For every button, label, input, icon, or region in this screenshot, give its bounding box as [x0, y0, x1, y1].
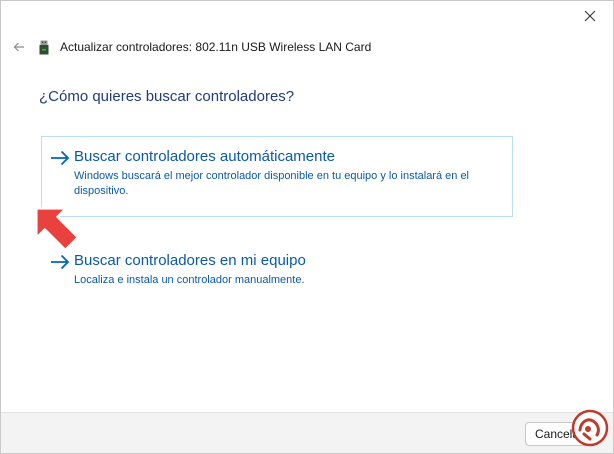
search-automatically-option[interactable]: Buscar controladores automáticamente Win…: [41, 136, 513, 217]
dialog-header: Actualizar controladores: 802.11n USB Wi…: [10, 37, 371, 57]
dialog-footer: Cancelar: [1, 412, 613, 453]
page-title: ¿Cómo quieres buscar controladores?: [39, 88, 295, 105]
dialog-title: Actualizar controladores: 802.11n USB Wi…: [60, 40, 372, 54]
usb-device-icon: [38, 39, 50, 55]
solvetic-logo-icon: [571, 409, 609, 447]
back-button[interactable]: [10, 38, 28, 56]
option-description: Localiza e instala un controlador manual…: [74, 274, 305, 286]
option-title: Buscar controladores automáticamente: [74, 148, 335, 165]
browse-my-computer-option[interactable]: Buscar controladores en mi equipo Locali…: [41, 240, 513, 294]
back-arrow-icon: [13, 42, 24, 52]
right-arrow-icon: [50, 150, 70, 166]
option-title: Buscar controladores en mi equipo: [74, 252, 306, 269]
close-icon: [584, 10, 596, 22]
update-drivers-dialog: Actualizar controladores: 802.11n USB Wi…: [0, 0, 614, 454]
right-arrow-icon: [50, 254, 70, 270]
option-description: Windows buscará el mejor controlador dis…: [74, 170, 470, 197]
close-button[interactable]: [569, 2, 611, 30]
red-pointer-arrow-icon: [35, 207, 80, 252]
